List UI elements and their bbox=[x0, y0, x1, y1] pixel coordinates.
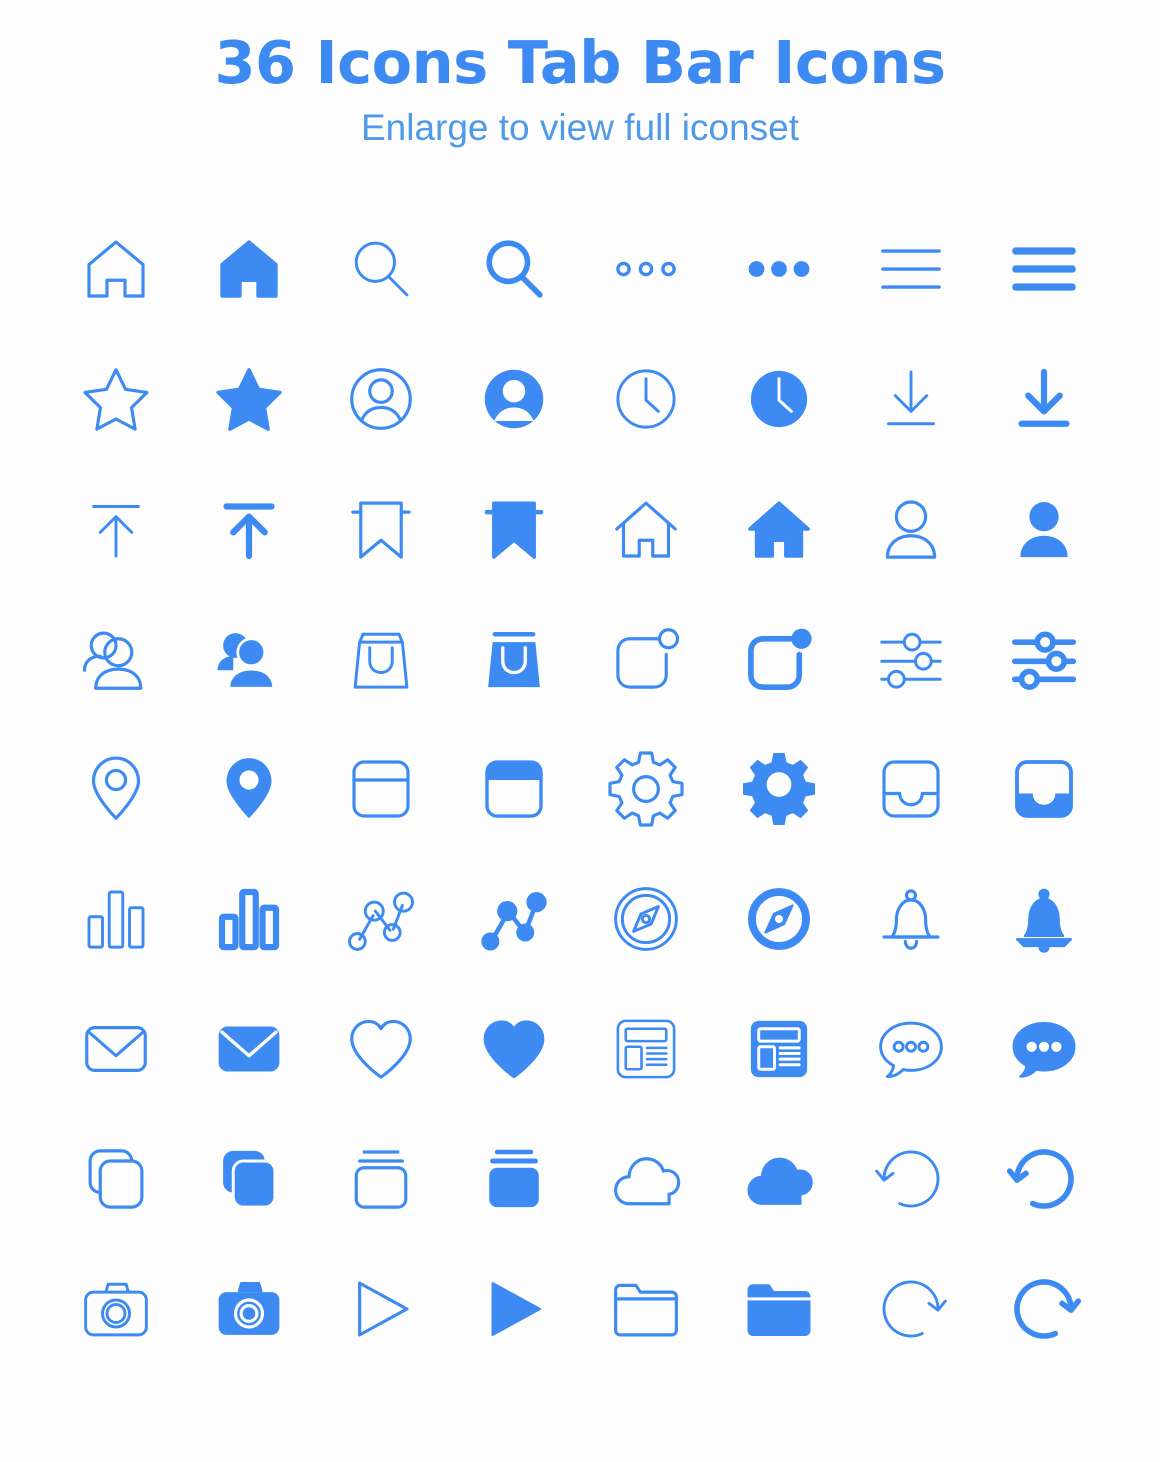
copy-layers-icon-filled[interactable]: Copy bbox=[183, 1114, 316, 1244]
clock-icon-outline[interactable]: Clock bbox=[580, 334, 713, 464]
notification-badge-icon-outline[interactable]: Notification Badge bbox=[580, 594, 713, 724]
account-circle-icon-outline[interactable]: Account bbox=[315, 334, 448, 464]
download-icon-outline[interactable]: Download bbox=[845, 334, 978, 464]
bookmark-icon-filled[interactable]: Bookmark bbox=[448, 464, 581, 594]
search-icon-filled[interactable]: Search bbox=[448, 204, 581, 334]
star-icon-outline[interactable]: Star bbox=[50, 334, 183, 464]
network-nodes-icon-outline[interactable]: Network bbox=[315, 854, 448, 984]
sliders-icon-outline[interactable]: Settings Sliders bbox=[845, 594, 978, 724]
folder-icon-outline[interactable]: Folder bbox=[580, 1244, 713, 1374]
undo-icon-outline[interactable]: Undo bbox=[845, 1114, 978, 1244]
map-pin-icon-filled[interactable]: Location bbox=[183, 724, 316, 854]
menu-icon-filled[interactable]: Menu bbox=[978, 204, 1111, 334]
people-group-icon-filled[interactable]: People bbox=[183, 594, 316, 724]
chat-bubble-icon-outline[interactable]: Chat bbox=[845, 984, 978, 1114]
camera-icon-outline[interactable]: Camera bbox=[50, 1244, 183, 1374]
calendar-icon-outline[interactable]: Calendar bbox=[315, 724, 448, 854]
bell-icon-filled[interactable]: Notifications bbox=[978, 854, 1111, 984]
redo-icon-filled[interactable]: Redo bbox=[978, 1244, 1111, 1374]
bar-chart-icon-filled[interactable]: Statistics bbox=[183, 854, 316, 984]
search-icon-outline[interactable]: Search bbox=[315, 204, 448, 334]
star-icon-filled[interactable]: Star bbox=[183, 334, 316, 464]
inbox-icon-outline[interactable]: Inbox bbox=[845, 724, 978, 854]
icon-grid: HomeHomeSearchSearchMoreMoreMenuMenuStar… bbox=[50, 204, 1110, 1374]
more-horizontal-icon-filled[interactable]: More bbox=[713, 204, 846, 334]
gear-icon-filled[interactable]: Settings bbox=[713, 724, 846, 854]
gear-icon-outline[interactable]: Settings bbox=[580, 724, 713, 854]
compass-icon-filled[interactable]: Explore bbox=[713, 854, 846, 984]
account-circle-icon-filled[interactable]: Account bbox=[448, 334, 581, 464]
inbox-icon-filled[interactable]: Inbox bbox=[978, 724, 1111, 854]
notification-badge-icon-filled[interactable]: Notification Badge bbox=[713, 594, 846, 724]
shopping-bag-icon-outline[interactable]: Shopping Bag bbox=[315, 594, 448, 724]
shopping-bag-icon-filled[interactable]: Shopping Bag bbox=[448, 594, 581, 724]
icon-set-page: 36 Icons Tab Bar Icons Enlarge to view f… bbox=[0, 0, 1160, 1462]
news-article-icon-filled[interactable]: News bbox=[713, 984, 846, 1114]
bar-chart-icon-outline[interactable]: Statistics bbox=[50, 854, 183, 984]
cloud-icon-filled[interactable]: Cloud bbox=[713, 1114, 846, 1244]
folder-icon-filled[interactable]: Folder bbox=[713, 1244, 846, 1374]
bell-icon-outline[interactable]: Notifications bbox=[845, 854, 978, 984]
download-icon-filled[interactable]: Download bbox=[978, 334, 1111, 464]
archive-box-icon-outline[interactable]: Archive bbox=[315, 1114, 448, 1244]
network-nodes-icon-filled[interactable]: Network bbox=[448, 854, 581, 984]
mail-icon-outline[interactable]: Mail bbox=[50, 984, 183, 1114]
heart-icon-outline[interactable]: Favorite bbox=[315, 984, 448, 1114]
map-pin-icon-outline[interactable]: Location bbox=[50, 724, 183, 854]
upload-icon-outline[interactable]: Upload bbox=[50, 464, 183, 594]
copy-layers-icon-outline[interactable]: Copy bbox=[50, 1114, 183, 1244]
bookmark-icon-outline[interactable]: Bookmark bbox=[315, 464, 448, 594]
house-roof-icon-filled[interactable]: House bbox=[713, 464, 846, 594]
play-icon-outline[interactable]: Play bbox=[315, 1244, 448, 1374]
sliders-icon-filled[interactable]: Settings Sliders bbox=[978, 594, 1111, 724]
redo-icon-outline[interactable]: Redo bbox=[845, 1244, 978, 1374]
people-group-icon-outline[interactable]: People bbox=[50, 594, 183, 724]
play-icon-filled[interactable]: Play bbox=[448, 1244, 581, 1374]
mail-icon-filled[interactable]: Mail bbox=[183, 984, 316, 1114]
person-icon-filled[interactable]: Person bbox=[978, 464, 1111, 594]
page-header: 36 Icons Tab Bar Icons Enlarge to view f… bbox=[0, 0, 1160, 150]
home-icon-filled[interactable]: Home bbox=[183, 204, 316, 334]
archive-box-icon-filled[interactable]: Archive bbox=[448, 1114, 581, 1244]
chat-bubble-icon-filled[interactable]: Chat bbox=[978, 984, 1111, 1114]
news-article-icon-outline[interactable]: News bbox=[580, 984, 713, 1114]
undo-icon-filled[interactable]: Undo bbox=[978, 1114, 1111, 1244]
camera-icon-filled[interactable]: Camera bbox=[183, 1244, 316, 1374]
compass-icon-outline[interactable]: Explore bbox=[580, 854, 713, 984]
more-horizontal-icon-outline[interactable]: More bbox=[580, 204, 713, 334]
upload-icon-filled[interactable]: Upload bbox=[183, 464, 316, 594]
home-icon-outline[interactable]: Home bbox=[50, 204, 183, 334]
cloud-icon-outline[interactable]: Cloud bbox=[580, 1114, 713, 1244]
person-icon-outline[interactable]: Person bbox=[845, 464, 978, 594]
heart-icon-filled[interactable]: Favorite bbox=[448, 984, 581, 1114]
page-subtitle: Enlarge to view full iconset bbox=[360, 106, 800, 148]
page-title: 36 Icons Tab Bar Icons bbox=[214, 28, 947, 97]
menu-icon-outline[interactable]: Menu bbox=[845, 204, 978, 334]
clock-icon-filled[interactable]: Clock bbox=[713, 334, 846, 464]
calendar-icon-filled[interactable]: Calendar bbox=[448, 724, 581, 854]
house-roof-icon-outline[interactable]: House bbox=[580, 464, 713, 594]
